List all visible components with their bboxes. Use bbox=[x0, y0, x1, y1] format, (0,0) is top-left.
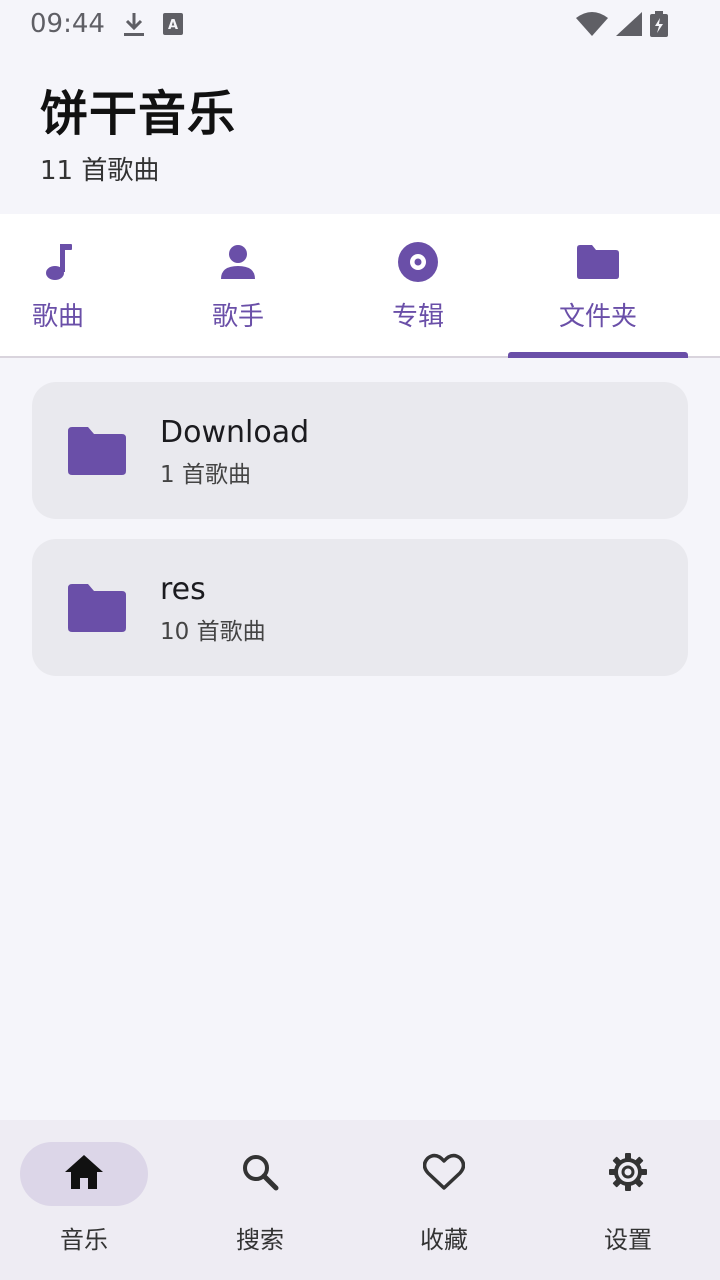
nav-item-search[interactable]: 搜索 bbox=[168, 1120, 352, 1280]
tab-folders[interactable]: 文件夹 bbox=[476, 214, 720, 356]
album-icon bbox=[397, 240, 439, 284]
download-icon bbox=[123, 11, 145, 37]
status-time: 09:44 bbox=[30, 9, 105, 39]
nav-item-favorites[interactable]: 收藏 bbox=[352, 1120, 536, 1280]
heart-icon bbox=[422, 1153, 466, 1195]
folder-song-count: 10 首歌曲 bbox=[160, 618, 266, 645]
nav-icon-holder bbox=[380, 1142, 508, 1206]
tab-label: 专辑 bbox=[391, 302, 444, 332]
nav-label: 设置 bbox=[604, 1226, 652, 1254]
folder-name: Download bbox=[160, 414, 310, 450]
status-bar: 09:44 A bbox=[0, 0, 720, 48]
keyboard-a-icon: A bbox=[162, 13, 183, 35]
search-icon bbox=[241, 1153, 279, 1195]
folder-list: Download 1 首歌曲 res 10 首歌曲 bbox=[32, 382, 688, 696]
nav-label: 搜索 bbox=[236, 1226, 284, 1254]
folder-name: res bbox=[160, 571, 206, 607]
folder-item-download[interactable]: Download 1 首歌曲 bbox=[32, 382, 688, 519]
selected-tab-indicator bbox=[508, 352, 688, 358]
music-note-icon bbox=[43, 240, 73, 284]
folder-icon bbox=[577, 240, 619, 284]
nav-icon-holder bbox=[564, 1142, 692, 1206]
folder-item-res[interactable]: res 10 首歌曲 bbox=[32, 539, 688, 676]
tab-songs[interactable]: 歌曲 bbox=[0, 214, 116, 356]
category-tabs: 歌曲 歌手 专辑 文件夹 bbox=[0, 214, 720, 358]
tab-artists[interactable]: 歌手 bbox=[116, 214, 360, 356]
song-count: 11 首歌曲 bbox=[40, 156, 160, 186]
signal-icon bbox=[616, 12, 642, 36]
tab-label: 文件夹 bbox=[558, 302, 637, 332]
bottom-navigation: 音乐 搜索 收藏 设置 bbox=[0, 1120, 720, 1280]
nav-label: 收藏 bbox=[420, 1226, 468, 1254]
nav-icon-holder bbox=[196, 1142, 324, 1206]
battery-icon bbox=[650, 11, 668, 37]
app-title: 饼干音乐 bbox=[40, 86, 237, 142]
nav-active-indicator bbox=[20, 1142, 148, 1206]
nav-label: 音乐 bbox=[60, 1226, 108, 1254]
folder-song-count: 1 首歌曲 bbox=[160, 461, 251, 488]
folder-icon bbox=[68, 583, 128, 632]
person-icon bbox=[220, 240, 256, 284]
gear-icon bbox=[608, 1152, 648, 1196]
tab-label: 歌手 bbox=[211, 302, 264, 332]
nav-item-settings[interactable]: 设置 bbox=[536, 1120, 720, 1280]
nav-item-music[interactable]: 音乐 bbox=[0, 1120, 168, 1280]
wifi-icon bbox=[576, 12, 608, 36]
svg-text:A: A bbox=[168, 18, 178, 33]
home-icon bbox=[65, 1155, 103, 1193]
tab-label: 歌曲 bbox=[31, 302, 84, 332]
tab-albums[interactable]: 专辑 bbox=[360, 214, 476, 356]
header: 饼干音乐 11 首歌曲 bbox=[40, 82, 236, 187]
folder-icon bbox=[68, 426, 128, 475]
